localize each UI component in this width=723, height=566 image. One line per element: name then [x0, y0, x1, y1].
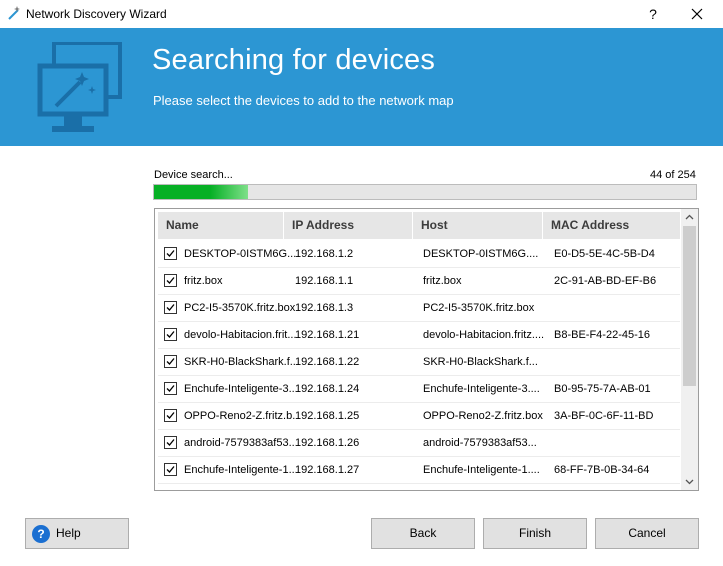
checkmark-icon [166, 412, 175, 419]
cell-host: PC2-I5-3570K.fritz.box [423, 302, 535, 314]
cell-ip-address: 192.168.1.3 [295, 302, 354, 314]
cell-ip-address: 192.168.1.26 [295, 437, 360, 449]
column-header-mac[interactable]: MAC Address [543, 212, 680, 239]
finish-button[interactable]: Finish [483, 518, 587, 549]
cell-mac-address [554, 349, 680, 375]
header-banner: Searching for devices Please select the … [0, 28, 723, 146]
table-row[interactable]: devolo-Habitacion.frit... 192.168.1.21 dev… [158, 322, 680, 349]
checkmark-icon [166, 358, 175, 365]
cell-name: SKR-H0-BlackShark.f... [184, 356, 296, 368]
cell-name: OPPO-Reno2-Z.fritz.b... [184, 410, 296, 422]
magic-wand-icon [8, 6, 20, 20]
chevron-up-icon [685, 214, 694, 220]
help-icon: ? [32, 525, 50, 543]
cell-ip-address: 192.168.1.25 [295, 410, 360, 422]
cell-ip-address: 192.168.1.27 [295, 464, 360, 476]
table-row[interactable]: android-7579383af53... 192.168.1.26 androi… [158, 430, 680, 457]
cell-name: DESKTOP-0ISTM6G.... [184, 248, 296, 260]
cell-host: devolo-Habitacion.fritz.... [423, 329, 545, 341]
cell-ip-address: 192.168.1.2 [295, 248, 354, 260]
column-header-ip[interactable]: IP Address [284, 212, 413, 239]
chevron-down-icon [685, 479, 694, 485]
progress-label: Device search... [154, 169, 233, 181]
cell-host: Enchufe-Inteligente-3.... [423, 383, 540, 395]
window-close-button[interactable] [680, 2, 714, 26]
title-bar: Network Discovery Wizard ? [0, 0, 723, 28]
row-checkbox[interactable] [164, 274, 177, 287]
footer-divider [0, 501, 723, 502]
row-checkbox[interactable] [164, 247, 177, 260]
table-row[interactable]: Enchufe-Inteligente-1.... 192.168.1.27 Enc… [158, 457, 680, 484]
progress-fill [154, 185, 248, 199]
cell-name: PC2-I5-3570K.fritz.box [184, 302, 296, 314]
cell-ip-address: 192.168.1.24 [295, 383, 360, 395]
cell-mac-address: 3A-BF-0C-6F-11-BD [554, 410, 654, 422]
cell-host: Enchufe-Inteligente-1.... [423, 464, 540, 476]
checkmark-icon [166, 439, 175, 446]
checkmark-icon [166, 277, 175, 284]
table-row[interactable]: PC2-I5-3570K.fritz.box 192.168.1.3 PC2-I5-… [158, 295, 680, 322]
progress-count: 44 of 254 [650, 169, 696, 181]
back-button[interactable]: Back [371, 518, 475, 549]
cell-host: DESKTOP-0ISTM6G.... [423, 248, 539, 260]
checkmark-icon [166, 250, 175, 257]
column-header-name[interactable]: Name [158, 212, 284, 239]
progress-bar [153, 184, 697, 200]
page-title: Searching for devices [152, 44, 436, 76]
cell-mac-address: B0-95-75-7A-AB-01 [554, 383, 651, 395]
cell-host: OPPO-Reno2-Z.fritz.box [423, 410, 543, 422]
cell-host: fritz.box [423, 275, 462, 287]
cell-name: Enchufe-Inteligente-3.... [184, 383, 296, 395]
checkmark-icon [166, 304, 175, 311]
table-row[interactable]: DESKTOP-0ISTM6G.... 192.168.1.2 DESKTOP-0I… [158, 241, 680, 268]
cancel-button[interactable]: Cancel [595, 518, 699, 549]
cell-name: Enchufe-Inteligente-1.... [184, 464, 296, 476]
cell-ip-address: 192.168.1.21 [295, 329, 360, 341]
window-title: Network Discovery Wizard [26, 7, 167, 21]
cell-host: SKR-H0-BlackShark.f... [423, 356, 538, 368]
row-checkbox[interactable] [164, 436, 177, 449]
checkmark-icon [166, 466, 175, 473]
cell-mac-address [554, 295, 680, 321]
cell-mac-address: B8-BE-F4-22-45-16 [554, 329, 650, 341]
cell-name: devolo-Habitacion.frit... [184, 329, 296, 341]
table-row[interactable]: OPPO-Reno2-Z.fritz.b... 192.168.1.25 OPPO-… [158, 403, 680, 430]
row-checkbox[interactable] [164, 328, 177, 341]
scroll-thumb[interactable] [683, 226, 696, 386]
column-header-host[interactable]: Host [413, 212, 543, 239]
scroll-up-button[interactable] [681, 209, 698, 226]
scroll-down-button[interactable] [681, 473, 698, 490]
device-table[interactable]: Name IP Address Host MAC Address DESKTOP… [154, 208, 699, 491]
cell-host: android-7579383af53... [423, 437, 537, 449]
table-row[interactable]: fritz.box 192.168.1.1 fritz.box 2C-91-AB-BD… [158, 268, 680, 295]
cell-ip-address: 192.168.1.22 [295, 356, 360, 368]
row-checkbox[interactable] [164, 301, 177, 314]
cell-mac-address: 68-FF-7B-0B-34-64 [554, 464, 650, 476]
row-checkbox[interactable] [164, 409, 177, 422]
row-checkbox[interactable] [164, 463, 177, 476]
help-button-label: Help [56, 526, 81, 540]
table-header: Name IP Address Host MAC Address [158, 212, 680, 239]
checkmark-icon [166, 331, 175, 338]
row-checkbox[interactable] [164, 355, 177, 368]
table-row[interactable]: Enchufe-Inteligente-3.... 192.168.1.24 Enc… [158, 376, 680, 403]
table-row[interactable]: SKR-H0-BlackShark.f... 192.168.1.22 SKR-H0… [158, 349, 680, 376]
cell-mac-address: 2C-91-AB-BD-EF-B6 [554, 275, 657, 287]
cell-name: fritz.box [184, 275, 223, 287]
monitor-wand-icon [37, 42, 122, 132]
window-help-button[interactable]: ? [638, 2, 668, 26]
page-subtitle: Please select the devices to add to the … [153, 93, 454, 108]
row-checkbox[interactable] [164, 382, 177, 395]
cell-mac-address: E0-D5-5E-4C-5B-D4 [554, 248, 655, 260]
close-icon [691, 8, 703, 20]
checkmark-icon [166, 385, 175, 392]
help-button[interactable]: ? Help [25, 518, 129, 549]
vertical-scrollbar[interactable] [681, 209, 698, 490]
cell-ip-address: 192.168.1.1 [295, 275, 354, 287]
cell-name: android-7579383af53... [184, 437, 296, 449]
cell-mac-address [554, 430, 680, 456]
